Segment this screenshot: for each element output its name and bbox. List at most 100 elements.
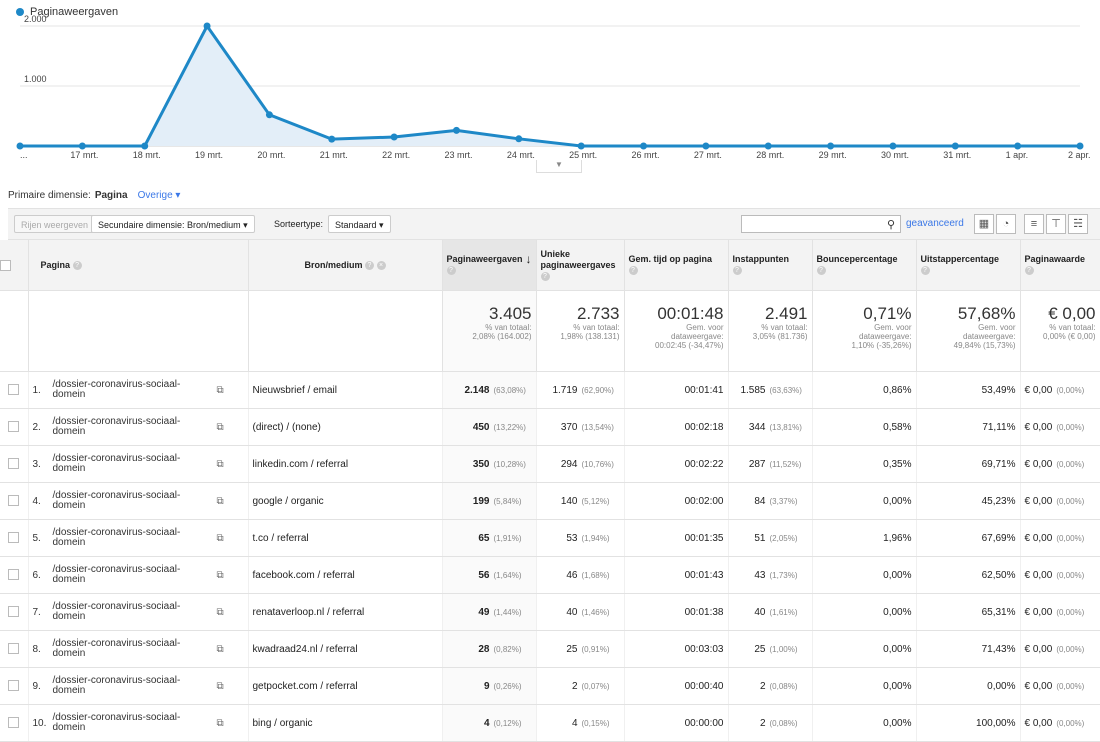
table-row[interactable]: 8. /dossier-coronavirus-sociaal-domein ⧉ kw…	[0, 630, 1100, 668]
header-source[interactable]: Bron/medium ? ×	[248, 240, 443, 291]
source-link[interactable]: renataverloop.nl / referral	[253, 607, 365, 618]
page-value-cell: € 0,00 (0,00%)	[1020, 556, 1100, 594]
help-icon[interactable]: ?	[446, 266, 456, 276]
header-page[interactable]: Pagina ?	[28, 240, 249, 291]
open-page-icon[interactable]: ⧉	[217, 644, 224, 655]
page-link[interactable]: /dossier-coronavirus-sociaal-domein	[53, 527, 181, 548]
source-link[interactable]: google / organic	[253, 496, 324, 507]
table-row[interactable]: 6. /dossier-coronavirus-sociaal-domein ⧉ fa…	[0, 556, 1100, 594]
table-row[interactable]: 7. /dossier-coronavirus-sociaal-domein ⧉ re…	[0, 593, 1100, 631]
dimension-pagina[interactable]: Pagina	[95, 190, 128, 201]
row-index: 2.	[32, 421, 41, 433]
page-link[interactable]: /dossier-coronavirus-sociaal-domein	[53, 564, 181, 585]
data-point	[889, 142, 897, 150]
page-value-cell: € 0,00 (0,00%)	[1020, 630, 1100, 668]
source-link[interactable]: Nieuwsbrief / email	[253, 385, 337, 396]
sort-desc-icon[interactable]: ↓	[526, 253, 532, 265]
row-checkbox[interactable]	[8, 458, 20, 470]
show-rows-button[interactable]: Rijen weergeven	[14, 215, 96, 233]
open-page-icon[interactable]: ⧉	[217, 533, 224, 544]
row-index: 3.	[32, 458, 41, 470]
row-checkbox[interactable]	[8, 643, 20, 655]
pie-view-icon[interactable]: ◔	[996, 214, 1016, 234]
page-link[interactable]: /dossier-coronavirus-sociaal-domein	[53, 638, 181, 659]
table-search-field[interactable]: ⚲	[741, 215, 901, 233]
header-unique-pageviews[interactable]: Unieke paginaweergaves?	[536, 240, 625, 291]
help-icon[interactable]: ?	[540, 271, 550, 281]
header-entrances[interactable]: Instappunten?	[728, 240, 813, 291]
help-icon[interactable]: ?	[365, 260, 374, 270]
source-link[interactable]: bing / organic	[253, 718, 313, 729]
open-page-icon[interactable]: ⧉	[217, 459, 224, 470]
source-link[interactable]: kwadraad24.nl / referral	[253, 644, 358, 655]
row-checkbox[interactable]	[8, 495, 20, 507]
table-row[interactable]: 10. /dossier-coronavirus-sociaal-domein ⧉ b…	[0, 704, 1100, 742]
help-icon[interactable]: ?	[1024, 266, 1034, 276]
source-link[interactable]: (direct) / (none)	[253, 422, 321, 433]
row-checkbox[interactable]	[8, 384, 20, 396]
header-avg-time[interactable]: Gem. tijd op pagina?	[624, 240, 729, 291]
table-view-icon[interactable]: ▦	[974, 214, 994, 234]
open-page-icon[interactable]: ⧉	[217, 681, 224, 692]
remove-dimension-icon[interactable]: ×	[376, 260, 386, 270]
table-row[interactable]: 3. /dossier-coronavirus-sociaal-domein ⧉ li…	[0, 445, 1100, 483]
pivot-view-icon[interactable]: ☵	[1068, 214, 1088, 234]
page-link[interactable]: /dossier-coronavirus-sociaal-domein	[53, 416, 181, 437]
sort-type-select[interactable]: Standaard ▾	[328, 215, 391, 233]
page-link[interactable]: /dossier-coronavirus-sociaal-domein	[53, 379, 181, 400]
row-checkbox[interactable]	[8, 532, 20, 544]
table-row[interactable]: 5. /dossier-coronavirus-sociaal-domein ⧉ t.…	[0, 519, 1100, 557]
row-checkbox[interactable]	[8, 606, 20, 618]
select-all-checkbox[interactable]	[0, 259, 11, 271]
source-cell: linkedin.com / referral	[248, 445, 443, 483]
secondary-dimension-select[interactable]: Secundaire dimensie: Bron/medium ▾	[91, 215, 255, 233]
comparison-view-icon[interactable]: ⊤	[1046, 214, 1066, 234]
page-link[interactable]: /dossier-coronavirus-sociaal-domein	[53, 675, 181, 696]
collapse-chart-toggle[interactable]: ▼	[536, 160, 582, 173]
entrances-cell: 84 (3,37%)	[728, 482, 813, 520]
data-point	[640, 142, 648, 150]
row-checkbox[interactable]	[8, 680, 20, 692]
data-point	[141, 142, 149, 150]
open-page-icon[interactable]: ⧉	[217, 607, 224, 618]
source-link[interactable]: getpocket.com / referral	[253, 681, 358, 692]
open-page-icon[interactable]: ⧉	[217, 385, 224, 396]
dimension-other-dropdown[interactable]: Overige ▾	[138, 190, 181, 201]
header-page-value[interactable]: Paginawaarde?	[1020, 240, 1100, 291]
search-icon[interactable]: ⚲	[887, 216, 895, 234]
table-search-input[interactable]	[745, 217, 874, 233]
row-checkbox[interactable]	[8, 569, 20, 581]
page-value-cell: € 0,00 (0,00%)	[1020, 593, 1100, 631]
help-icon[interactable]: ?	[628, 266, 638, 276]
performance-view-icon[interactable]: ≡	[1024, 214, 1044, 234]
open-page-icon[interactable]: ⧉	[217, 496, 224, 507]
header-pageviews[interactable]: ↓ Paginaweergaven?	[442, 240, 537, 291]
open-page-icon[interactable]: ⧉	[217, 570, 224, 581]
row-checkbox[interactable]	[8, 717, 20, 729]
header-bounce-rate[interactable]: Bouncepercentage?	[812, 240, 917, 291]
help-icon[interactable]: ?	[72, 260, 82, 270]
page-link[interactable]: /dossier-coronavirus-sociaal-domein	[53, 601, 181, 622]
page-link[interactable]: /dossier-coronavirus-sociaal-domein	[53, 453, 181, 474]
help-icon[interactable]: ?	[920, 266, 930, 276]
help-icon[interactable]: ?	[732, 266, 742, 276]
open-page-icon[interactable]: ⧉	[217, 718, 224, 729]
source-link[interactable]: linkedin.com / referral	[253, 459, 349, 470]
page-link[interactable]: /dossier-coronavirus-sociaal-domein	[53, 490, 181, 511]
table-row[interactable]: 9. /dossier-coronavirus-sociaal-domein ⧉ ge…	[0, 667, 1100, 705]
x-tick-label: ...	[20, 150, 28, 160]
row-checkbox[interactable]	[8, 421, 20, 433]
help-icon[interactable]: ?	[816, 266, 826, 276]
advanced-filter-link[interactable]: geavanceerd	[906, 215, 964, 233]
open-page-icon[interactable]: ⧉	[217, 422, 224, 433]
exit-rate-cell: 62,50%	[916, 556, 1021, 594]
source-link[interactable]: facebook.com / referral	[253, 570, 355, 581]
page-value-cell: € 0,00 (0,00%)	[1020, 408, 1100, 446]
source-link[interactable]: t.co / referral	[253, 533, 309, 544]
table-row[interactable]: 1. /dossier-coronavirus-sociaal-domein ⧉ Ni…	[0, 371, 1100, 409]
table-row[interactable]: 4. /dossier-coronavirus-sociaal-domein ⧉ go…	[0, 482, 1100, 520]
table-row[interactable]: 2. /dossier-coronavirus-sociaal-domein ⧉ (d…	[0, 408, 1100, 446]
source-cell: (direct) / (none)	[248, 408, 443, 446]
page-link[interactable]: /dossier-coronavirus-sociaal-domein	[53, 712, 181, 733]
header-exit-rate[interactable]: Uitstappercentage?	[916, 240, 1021, 291]
